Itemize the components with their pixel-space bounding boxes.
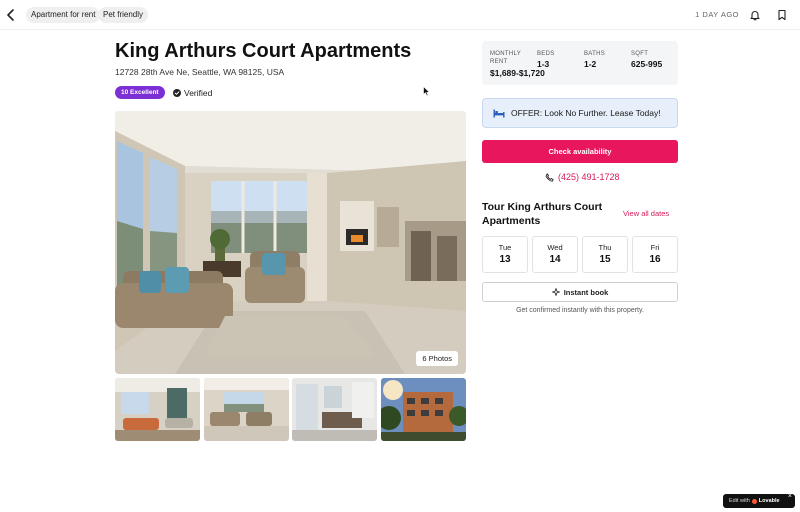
- date-weekday: Wed: [547, 243, 563, 252]
- date-day: 16: [649, 254, 661, 265]
- mouse-cursor-icon: [423, 86, 431, 97]
- beds-value: 1-3: [537, 59, 550, 69]
- date-day: 14: [549, 254, 561, 265]
- phone-link[interactable]: (425) 491-1728: [545, 172, 620, 182]
- close-icon[interactable]: ×: [788, 493, 792, 500]
- chevron-left-icon[interactable]: [4, 7, 18, 23]
- date-option[interactable]: Wed 14: [532, 236, 578, 273]
- main-photo[interactable]: 6 Photos: [115, 111, 466, 374]
- rent-stats-panel: MONTHLY RENT $1,689-$1,720 BEDS 1-3 BATH…: [482, 41, 678, 85]
- sqft-label: SQFT: [631, 51, 649, 57]
- check-circle-icon: [173, 88, 181, 97]
- chip-apartment-for-rent[interactable]: Apartment for rent: [26, 7, 101, 23]
- verified-status: Verified: [173, 86, 212, 99]
- phone-icon: [545, 172, 554, 182]
- lovable-heart-icon: [751, 498, 757, 504]
- posted-time: 1 DAY AGO: [695, 10, 739, 19]
- badge-brand: Lovable: [758, 498, 780, 504]
- thumbnail-3[interactable]: [292, 378, 377, 441]
- top-bar: Apartment for rent Pet friendly 1 DAY AG…: [0, 0, 800, 30]
- thumbnail-2[interactable]: [204, 378, 289, 441]
- instant-book-note: Get confirmed instantly with this proper…: [516, 307, 644, 314]
- thumbnail-room: [204, 378, 289, 441]
- thumbnail-bathroom: [292, 378, 377, 441]
- sparkle-icon: [551, 288, 560, 296]
- instant-book-button[interactable]: Instant book: [482, 282, 678, 302]
- rent-value: $1,689-$1,720: [490, 68, 545, 78]
- bookmark-icon[interactable]: [775, 8, 789, 22]
- date-weekday: Tue: [498, 243, 512, 252]
- date-day: 15: [599, 254, 611, 265]
- tour-title: Tour King Arthurs Court Apartments: [482, 201, 603, 227]
- verified-label: Verified: [184, 87, 213, 98]
- phone-number: (425) 491-1728: [558, 172, 620, 182]
- living-room-photo: [115, 111, 466, 374]
- badge-prefix: Edit with: [729, 498, 750, 504]
- thumbnail-exterior: [381, 378, 466, 441]
- sqft-value: 625-995: [631, 59, 663, 69]
- edit-with-lovable-badge[interactable]: Edit with Lovable ×: [723, 493, 795, 508]
- date-day: 13: [499, 254, 511, 265]
- instant-book-label: Instant book: [563, 287, 609, 297]
- bell-icon[interactable]: [748, 8, 762, 22]
- listing-title: King Arthurs Court Apartments: [115, 40, 412, 62]
- thumbnail-1[interactable]: [115, 378, 200, 441]
- date-weekday: Thu: [598, 243, 612, 252]
- offer-text: OFFER: Look No Further. Lease Today!: [511, 108, 661, 118]
- date-option[interactable]: Thu 15: [582, 236, 628, 273]
- chip-pet-friendly[interactable]: Pet friendly: [98, 7, 149, 23]
- rent-label: MONTHLY RENT: [490, 51, 521, 65]
- thumbnail-living-room: [115, 378, 200, 441]
- view-all-dates-link[interactable]: View all dates: [623, 209, 669, 218]
- date-option[interactable]: Fri 16: [632, 236, 678, 273]
- beds-label: BEDS: [537, 51, 555, 57]
- check-availability-button[interactable]: Check availability: [482, 140, 678, 163]
- rating-badge: 10 Excellent: [115, 86, 165, 99]
- photos-count-button[interactable]: 6 Photos: [416, 351, 458, 366]
- thumbnail-4[interactable]: [381, 378, 466, 441]
- listing-address: 12728 28th Ave Ne, Seattle, WA 98125, US…: [115, 67, 285, 77]
- date-option[interactable]: Tue 13: [482, 236, 528, 273]
- date-weekday: Fri: [650, 243, 660, 252]
- offer-banner[interactable]: OFFER: Look No Further. Lease Today!: [482, 98, 678, 128]
- bed-icon: [493, 109, 505, 117]
- baths-label: BATHS: [584, 51, 606, 57]
- baths-value: 1-2: [584, 59, 597, 69]
